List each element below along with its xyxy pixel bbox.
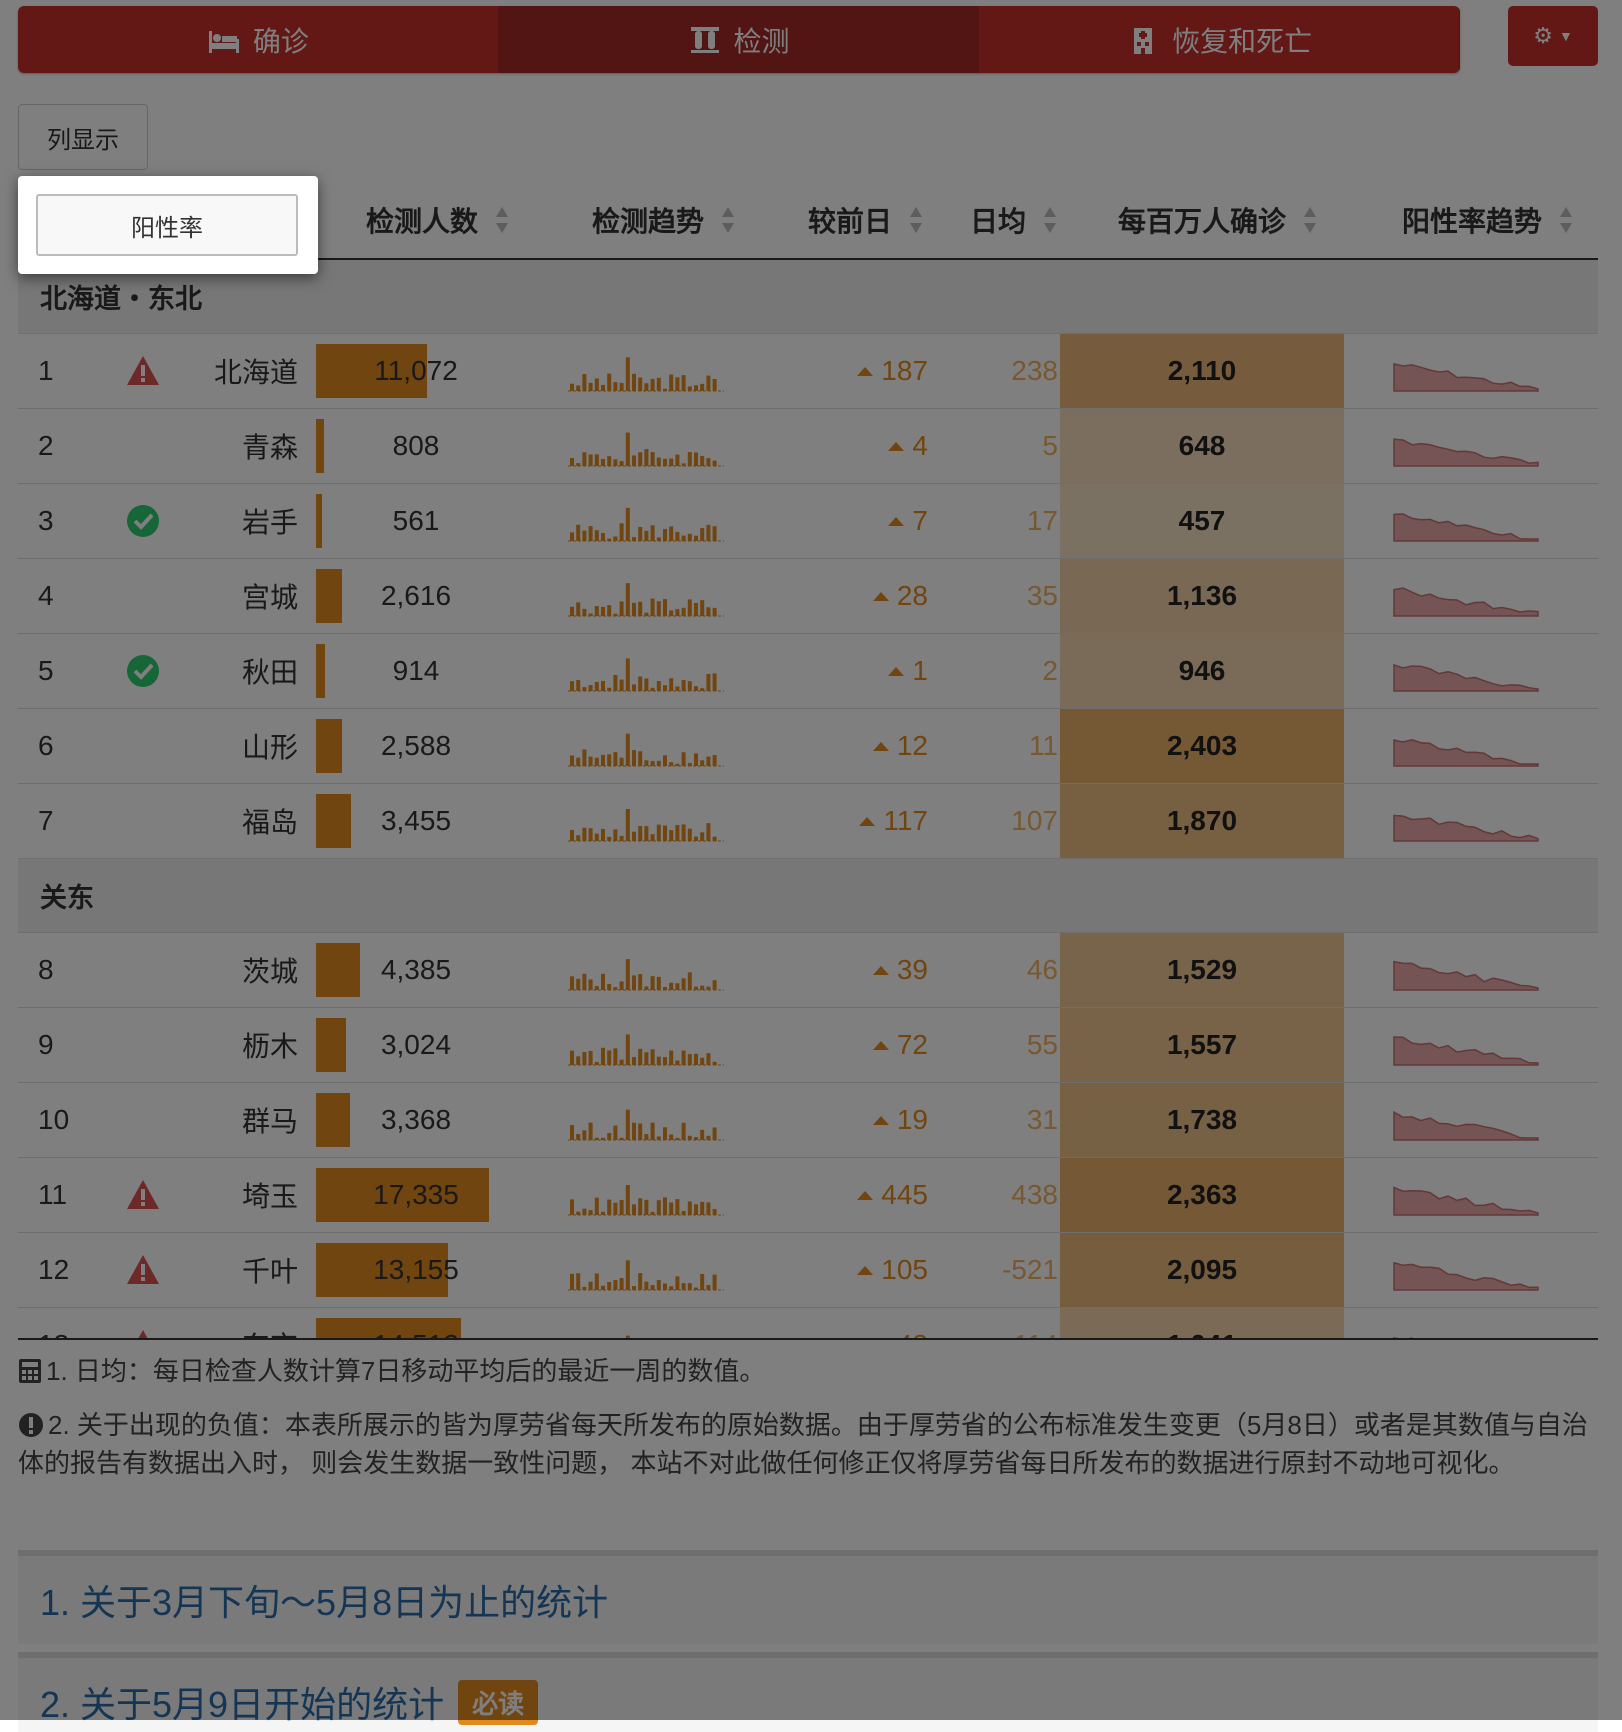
column-toggle-positive-rate[interactable]: 阳性率	[36, 194, 298, 256]
column-visibility-popup: 阳性率	[18, 176, 318, 274]
